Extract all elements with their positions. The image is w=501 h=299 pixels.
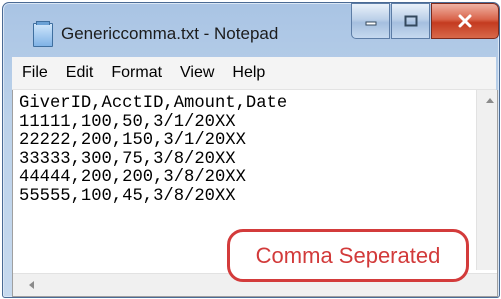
minimize-icon [365, 21, 376, 26]
minimize-button[interactable] [351, 3, 390, 39]
callout-label: Comma Seperated [255, 242, 441, 268]
close-icon [458, 14, 472, 28]
text-line: 55555,100,45,3/8/20XX [19, 186, 236, 206]
editor-text[interactable]: GiverID,AcctID,Amount,Date 11111,100,50,… [19, 94, 288, 206]
comma-separated-callout: Comma Seperated [227, 229, 469, 282]
maximize-button[interactable] [391, 3, 430, 39]
vertical-scrollbar[interactable] [476, 90, 497, 270]
text-line: 44444,200,200,3/8/20XX [19, 168, 246, 187]
notepad-icon [33, 21, 53, 47]
menu-file[interactable]: File [12, 57, 57, 89]
title-bar[interactable]: Genericcomma.txt - Notepad [3, 3, 499, 55]
text-line: 33333,300,75,3/8/20XX [19, 149, 236, 169]
menu-help[interactable]: Help [223, 57, 274, 89]
menu-view[interactable]: View [171, 57, 223, 89]
maximize-icon [404, 15, 417, 27]
window-controls [350, 3, 499, 40]
window-title: Genericcomma.txt - Notepad [61, 24, 279, 43]
menu-format[interactable]: Format [102, 57, 171, 89]
menu-edit[interactable]: Edit [57, 57, 103, 89]
close-button[interactable] [431, 3, 499, 39]
scroll-up-arrow-icon[interactable] [486, 98, 494, 103]
text-line: 11111,100,50,3/1/20XX [19, 112, 236, 132]
text-line: 22222,200,150,3/1/20XX [19, 131, 246, 150]
text-line: GiverID,AcctID,Amount,Date [19, 94, 288, 113]
menu-bar: File Edit Format View Help [12, 57, 496, 90]
scroll-left-arrow-icon[interactable] [29, 281, 34, 289]
